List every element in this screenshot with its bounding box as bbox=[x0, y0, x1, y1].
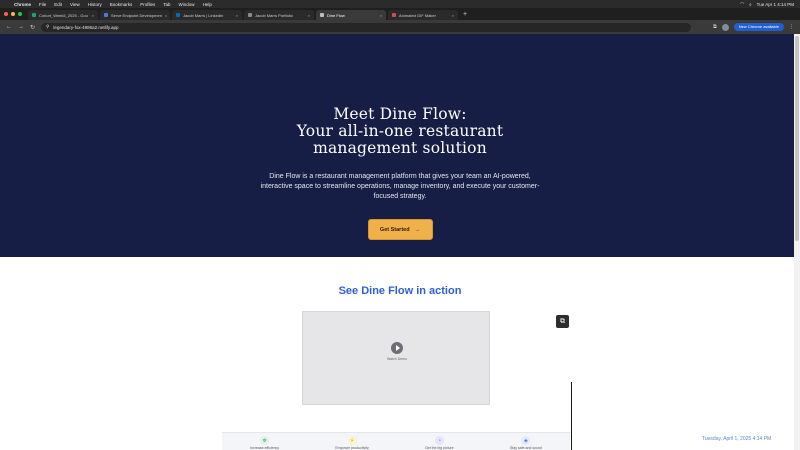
scrollbar-thumb[interactable] bbox=[795, 36, 799, 241]
more-menu-icon[interactable]: ⋮ bbox=[789, 24, 794, 30]
demo-section: See Dine Flow in action Watch Demo ⧉ ✲ I… bbox=[0, 257, 800, 450]
browser-toolbar: ← → ↻ ⚲ legendary-fox-4986a2.netlify.app… bbox=[0, 20, 800, 34]
menu-file[interactable]: File bbox=[39, 2, 46, 7]
search-icon[interactable]: ⌕ bbox=[749, 2, 752, 7]
tab-portfolio[interactable]: Jacob Marrs Portfolio × bbox=[244, 10, 314, 20]
feature-item: ◈ Stay safe and sound bbox=[510, 436, 542, 450]
window-controls bbox=[4, 8, 22, 20]
tab-dine-flow[interactable]: Dine Flow × bbox=[316, 10, 386, 20]
tab-cohort[interactable]: Cohort_Week5_2025 - Goo × bbox=[28, 10, 98, 20]
menu-profiles[interactable]: Profiles bbox=[140, 2, 155, 7]
extensions-icon[interactable]: ⧉ bbox=[713, 24, 717, 30]
arrow-right-icon: → bbox=[414, 226, 421, 233]
get-started-button[interactable]: Get Started → bbox=[367, 219, 433, 240]
menubar-clock[interactable]: Tue Apr 1 4:14 PM bbox=[757, 2, 794, 7]
tab-label: Jacob Marrs Portfolio bbox=[255, 12, 293, 18]
address-bar[interactable]: ⚲ legendary-fox-4986a2.netlify.app bbox=[41, 22, 692, 32]
hero-title-line-3: management solution bbox=[313, 139, 487, 157]
tab-gif-maker[interactable]: Animated GIF Maker × bbox=[388, 10, 458, 20]
bolt-icon: ⚡ bbox=[347, 436, 357, 445]
feature-label: Stay safe and sound bbox=[509, 446, 542, 450]
menu-window[interactable]: Window bbox=[179, 2, 195, 7]
docs-icon bbox=[104, 13, 108, 17]
feature-item: ◔ Get the big picture bbox=[425, 436, 454, 450]
tab-linkedin[interactable]: Jacob Marrs | LinkedIn × bbox=[172, 10, 242, 20]
macos-menubar: Chrome File Edit View History Bookmarks … bbox=[0, 0, 800, 8]
back-icon[interactable]: ← bbox=[6, 24, 12, 30]
close-tab-icon[interactable]: × bbox=[165, 13, 167, 18]
shield-icon: ◈ bbox=[521, 436, 531, 445]
open-external-icon[interactable]: ⧉ bbox=[556, 315, 569, 328]
feature-item: ✲ Increase efficiency bbox=[250, 436, 279, 450]
globe-icon bbox=[320, 13, 324, 17]
record-icon bbox=[392, 13, 396, 17]
close-tab-icon[interactable]: × bbox=[308, 13, 310, 18]
page-scrollbar[interactable] bbox=[794, 34, 800, 450]
site-info-icon[interactable]: ⚲ bbox=[46, 24, 49, 30]
cta-label: Get Started bbox=[379, 226, 410, 233]
menubar-status-area: ◠ ⌕ Tue Apr 1 4:14 PM bbox=[740, 1, 794, 7]
globe-icon bbox=[248, 13, 252, 17]
screen: Chrome File Edit View History Bookmarks … bbox=[0, 0, 800, 450]
menu-bookmarks[interactable]: Bookmarks bbox=[110, 2, 133, 7]
sparkle-icon: ✲ bbox=[260, 436, 270, 445]
menu-edit[interactable]: Edit bbox=[54, 2, 62, 7]
minimize-window-icon[interactable] bbox=[11, 12, 15, 16]
close-tab-icon[interactable]: × bbox=[380, 13, 382, 18]
play-icon[interactable] bbox=[391, 342, 403, 354]
tab-label: Serve Endpoint Developmen bbox=[111, 12, 162, 18]
menu-tab[interactable]: Tab bbox=[163, 2, 170, 7]
chart-icon: ◔ bbox=[434, 436, 444, 445]
feature-label: Increase efficiency bbox=[250, 446, 280, 450]
menubar-app-name[interactable]: Chrome bbox=[14, 2, 31, 7]
hero-title-line-2: Your all-in-one restaurant bbox=[296, 122, 504, 140]
hero-title: Meet Dine Flow: Your all-in-one restaura… bbox=[0, 106, 800, 157]
linkedin-icon bbox=[176, 13, 180, 17]
hero-title-line-1: Meet Dine Flow: bbox=[333, 105, 467, 123]
tab-strip: Cohort_Week5_2025 - Goo × Serve Endpoint… bbox=[0, 8, 800, 20]
feature-item: ⚡ Empower productivity bbox=[335, 436, 369, 450]
divider bbox=[571, 382, 572, 450]
tab-label: Animated GIF Maker bbox=[399, 12, 436, 18]
tab-label: Dine Flow bbox=[327, 12, 345, 18]
feature-strip: ✲ Increase efficiency ⚡ Empower producti… bbox=[222, 432, 570, 450]
chrome-update-button[interactable]: New Chrome available bbox=[733, 23, 784, 31]
toolbar-actions: ⧉ New Chrome available ⋮ bbox=[713, 23, 794, 31]
menu-history[interactable]: History bbox=[88, 2, 102, 7]
demo-heading: See Dine Flow in action bbox=[338, 285, 462, 297]
reload-icon[interactable]: ↻ bbox=[30, 24, 35, 31]
tab-label: Cohort_Week5_2025 - Goo bbox=[39, 12, 88, 18]
video-caption: Watch Demo bbox=[386, 357, 408, 361]
hero-description: Dine Flow is a restaurant management pla… bbox=[260, 173, 540, 200]
timestamp: Tuesday, April 1, 2025 4:14 PM bbox=[702, 436, 772, 442]
hero-section: Meet Dine Flow: Your all-in-one restaura… bbox=[0, 34, 800, 257]
forward-icon[interactable]: → bbox=[18, 24, 24, 30]
feature-label: Get the big picture bbox=[425, 446, 454, 450]
avatar[interactable] bbox=[721, 23, 729, 31]
menu-help[interactable]: Help bbox=[203, 2, 212, 7]
close-tab-icon[interactable]: × bbox=[452, 13, 454, 18]
new-tab-button[interactable]: + bbox=[460, 10, 470, 20]
tab-label: Jacob Marrs | LinkedIn bbox=[183, 12, 224, 18]
wifi-icon[interactable]: ◠ bbox=[740, 1, 744, 7]
demo-video-player[interactable]: Watch Demo bbox=[302, 311, 490, 405]
sheets-icon bbox=[32, 13, 36, 17]
close-tab-icon[interactable]: × bbox=[236, 13, 238, 18]
feature-label: Empower productivity bbox=[335, 446, 369, 450]
close-window-icon[interactable] bbox=[4, 12, 8, 16]
url-text: legendary-fox-4986a2.netlify.app bbox=[53, 24, 119, 30]
tab-serve-endpoint[interactable]: Serve Endpoint Developmen × bbox=[100, 10, 170, 20]
zoom-window-icon[interactable] bbox=[18, 12, 22, 16]
menu-view[interactable]: View bbox=[70, 2, 80, 7]
close-tab-icon[interactable]: × bbox=[92, 13, 94, 18]
